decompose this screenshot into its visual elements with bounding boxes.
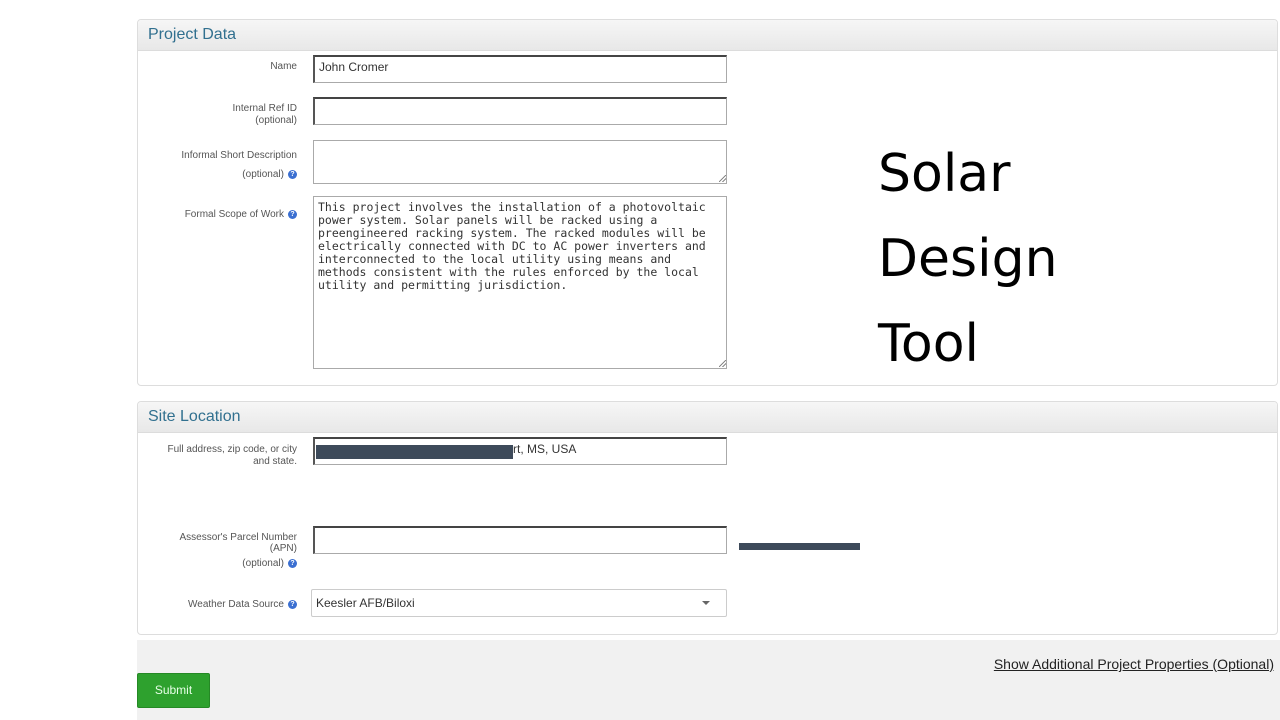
question-circle-icon[interactable]: ? xyxy=(288,169,297,179)
short-description-label-line2: (optional) xyxy=(242,169,284,180)
site-location-panel: Site Location Full address, zip code, or… xyxy=(137,401,1278,635)
name-label: Name xyxy=(270,61,297,72)
short-description-label: Informal Short Description (optional)? xyxy=(127,146,297,184)
weather-label-text: Weather Data Source xyxy=(188,599,284,610)
project-data-heading: Project Data xyxy=(138,20,1277,51)
caret-down-icon xyxy=(702,601,710,605)
form-footer: Show Additional Project Properties (Opti… xyxy=(137,640,1280,720)
overlay-title-line2: Design xyxy=(878,229,1058,289)
overlay-title-line3: Tool xyxy=(878,314,980,374)
internal-ref-label: Internal Ref ID (optional) xyxy=(127,103,297,127)
apn-label-line3: (optional) xyxy=(242,558,284,569)
overlay-title-line1: Solar xyxy=(878,144,1011,204)
address-label-line2: and state. xyxy=(253,456,297,467)
question-circle-icon[interactable]: ? xyxy=(288,558,297,568)
short-description-label-line1: Informal Short Description xyxy=(181,150,297,161)
address-redaction xyxy=(316,445,513,459)
project-data-panel: Project Data Name John Cromer Internal R… xyxy=(137,19,1278,386)
apn-label-line1: Assessor's Parcel Number xyxy=(179,532,298,543)
show-additional-properties-link[interactable]: Show Additional Project Properties (Opti… xyxy=(994,656,1274,672)
scope-of-work-field[interactable]: This project involves the installation o… xyxy=(313,196,727,369)
question-circle-icon[interactable]: ? xyxy=(288,209,297,219)
site-location-heading: Site Location xyxy=(138,402,1277,433)
apn-redaction xyxy=(739,543,860,550)
address-label: Full address, zip code, or city and stat… xyxy=(127,444,298,468)
resize-grip-icon[interactable] xyxy=(719,360,726,367)
weather-data-source-value: Keesler AFB/Biloxi xyxy=(316,596,415,610)
apn-label-line2: (APN) xyxy=(269,543,297,554)
short-description-field[interactable] xyxy=(313,140,727,184)
apn-field[interactable] xyxy=(313,526,727,554)
internal-ref-label-line1: Internal Ref ID xyxy=(232,103,297,114)
apn-label: Assessor's Parcel Number (APN) (optional… xyxy=(127,532,297,574)
name-field[interactable]: John Cromer xyxy=(313,55,727,83)
address-label-line1: Full address, zip code, or city xyxy=(167,444,298,455)
address-field-value: rt, MS, USA xyxy=(513,442,577,456)
weather-data-source-select[interactable]: Keesler AFB/Biloxi xyxy=(311,589,727,617)
internal-ref-field[interactable] xyxy=(313,97,727,125)
scope-of-work-label: Formal Scope of Work? xyxy=(127,209,297,221)
overlay-title: Solar Design Tool xyxy=(878,132,1058,387)
weather-label: Weather Data Source? xyxy=(127,599,297,611)
internal-ref-label-line2: (optional) xyxy=(255,115,297,126)
resize-grip-icon[interactable] xyxy=(719,175,726,182)
question-circle-icon[interactable]: ? xyxy=(288,599,297,609)
submit-button[interactable]: Submit xyxy=(137,673,210,708)
scope-of-work-label-text: Formal Scope of Work xyxy=(184,209,284,220)
